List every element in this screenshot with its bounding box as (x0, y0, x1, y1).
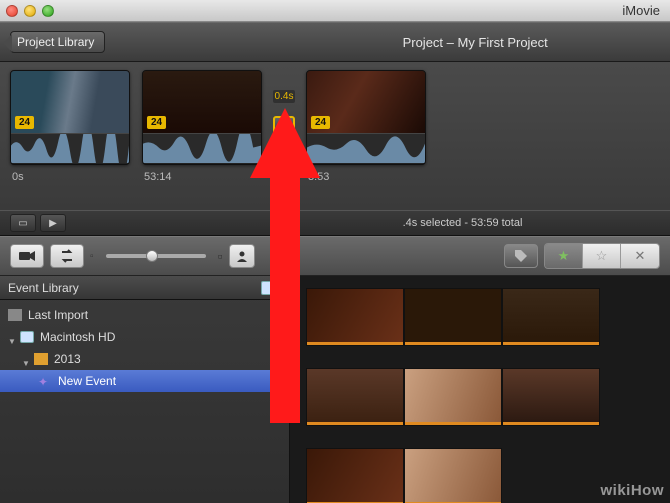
clip-badge: 24 (147, 116, 166, 129)
clip-audio-waveform (11, 133, 129, 163)
event-frame[interactable] (404, 448, 502, 503)
camera-icon (8, 309, 22, 321)
event-library-sidebar: Event Library Last Import Macintosh HD 2… (0, 276, 290, 503)
zoom-window-button[interactable] (42, 5, 54, 17)
clip-audio-waveform (143, 133, 261, 163)
transition-duration: 0.4s (273, 90, 296, 103)
project-title: Project – My First Project (290, 35, 660, 50)
project-library-back-button[interactable]: Project Library (10, 31, 105, 53)
event-frame[interactable] (404, 368, 502, 426)
close-window-button[interactable] (6, 5, 18, 17)
window-controls (6, 5, 54, 17)
event-library-title: Event Library (8, 281, 79, 295)
timeline-control-bar: ▭ ▶ .4s selected - 53:59 total (0, 210, 670, 236)
event-frame[interactable] (502, 368, 600, 426)
swap-layout-button[interactable] (50, 244, 84, 268)
title-bar: iMovie (0, 0, 670, 22)
clip-badge: 24 (15, 116, 34, 129)
selection-status: .4s selected - 53:59 total (265, 217, 660, 229)
project-library-label: Project Library (17, 35, 94, 49)
timeline-clip[interactable]: 24 (306, 70, 426, 165)
hard-drive-icon (261, 281, 281, 295)
clip-audio-waveform (307, 133, 425, 163)
event-tree: Last Import Macintosh HD 2013 ✦ New Even… (0, 300, 289, 396)
tree-label: Macintosh HD (40, 330, 115, 344)
event-frame[interactable] (306, 368, 404, 426)
camera-icon (19, 250, 35, 262)
tag-icon (514, 249, 528, 263)
slider-thumb[interactable] (146, 250, 158, 262)
import-camera-button[interactable] (10, 244, 44, 268)
thumb-size-small-icon: ▫ (90, 251, 94, 262)
clip-thumbnail: 24 (11, 71, 129, 133)
swap-icon (59, 249, 75, 263)
tree-item-event[interactable]: ✦ New Event (0, 370, 289, 392)
disclosure-triangle-icon[interactable] (8, 334, 14, 340)
hard-drive-icon (20, 331, 34, 343)
tree-label: New Event (58, 374, 116, 388)
people-filter-button[interactable] (229, 244, 255, 268)
event-filmstrip[interactable] (306, 368, 670, 426)
clip-badge: 24 (311, 116, 330, 129)
star-icon: ✦ (38, 375, 52, 387)
event-frame[interactable] (306, 288, 404, 346)
thumb-size-large-icon: ▫ (218, 248, 223, 264)
clip-timecode: 3:53 (308, 171, 428, 183)
tree-item-year[interactable]: 2013 (0, 348, 289, 370)
favorite-filter-button[interactable]: ★ (545, 244, 583, 268)
tree-label: Last Import (28, 308, 88, 322)
clip-thumbnail: 24 (307, 71, 425, 133)
transition-icon (273, 116, 295, 138)
keywords-button[interactable] (504, 244, 538, 268)
clip-timecode: 0s (12, 171, 132, 183)
timeline-clip[interactable]: 24 (10, 70, 130, 165)
project-toolbar: Project Library Project – My First Proje… (0, 22, 670, 62)
timecode-row: 0s 53:14 3:53 (10, 165, 660, 189)
timeline-clip[interactable]: 24 (142, 70, 262, 165)
tree-item-last-import[interactable]: Last Import (0, 304, 289, 326)
play-button[interactable]: ▶ (40, 214, 66, 232)
watermark: wikiHow (600, 482, 664, 499)
minimize-window-button[interactable] (24, 5, 36, 17)
event-library-header: Event Library (0, 276, 289, 300)
event-frame[interactable] (306, 448, 404, 503)
event-frame[interactable] (404, 288, 502, 346)
event-filmstrip[interactable] (306, 288, 670, 346)
thumbnail-size-slider[interactable] (106, 254, 206, 258)
app-title: iMovie (622, 3, 660, 18)
tree-label: 2013 (54, 352, 81, 366)
calendar-icon (34, 353, 48, 365)
person-icon (236, 250, 248, 262)
unrated-filter-button[interactable]: ☆ (583, 244, 621, 268)
transition-tile[interactable]: 0.4s (274, 70, 294, 165)
frame-view-button[interactable]: ▭ (10, 214, 36, 232)
tree-item-macintosh-hd[interactable]: Macintosh HD (0, 326, 289, 348)
event-toolbar: ▫ ▫ ★ ☆ ✕ (0, 236, 670, 276)
event-frame[interactable] (502, 288, 600, 346)
clip-thumbnail: 24 (143, 71, 261, 133)
clip-timecode: 53:14 (144, 171, 264, 183)
disclosure-triangle-icon[interactable] (22, 356, 28, 362)
event-browser[interactable] (290, 276, 670, 503)
project-timeline[interactable]: 24 24 0.4s 24 0s (0, 62, 670, 210)
reject-filter-button[interactable]: ✕ (621, 244, 659, 268)
rating-filter-segment: ★ ☆ ✕ (544, 243, 660, 269)
